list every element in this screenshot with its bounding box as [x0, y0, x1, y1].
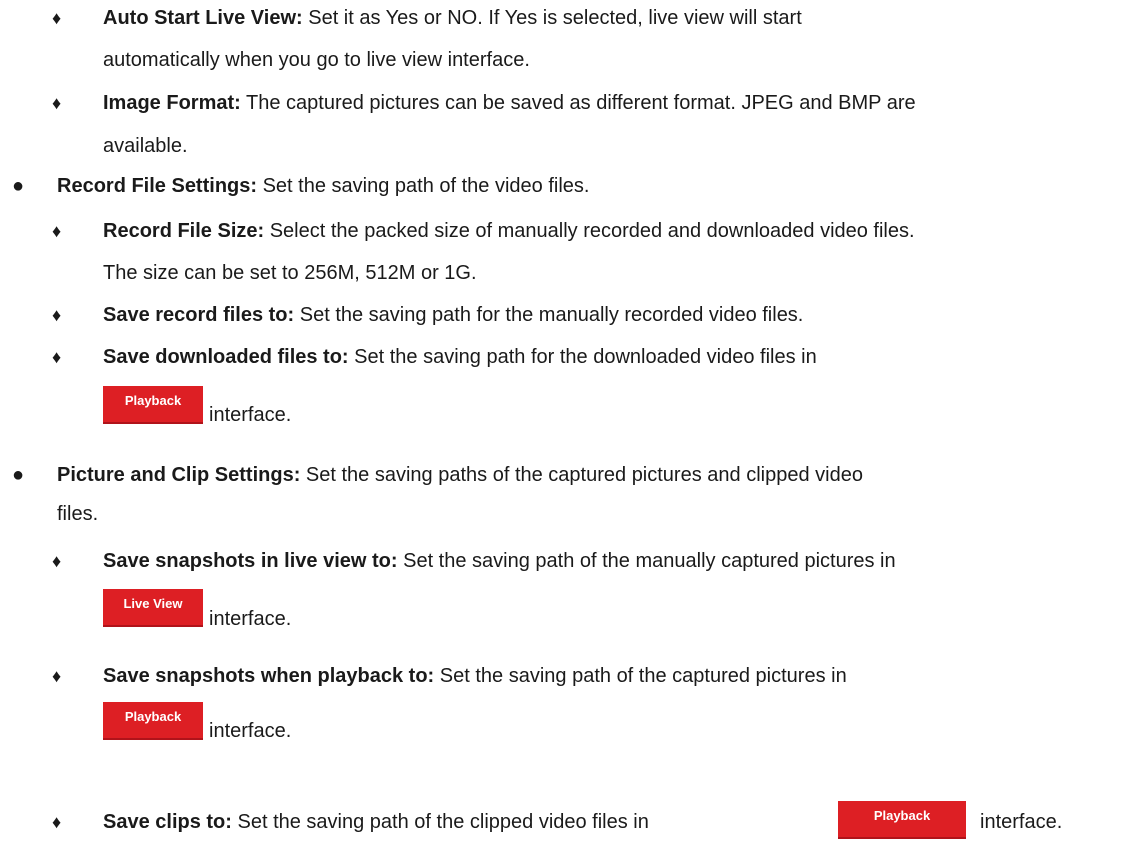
image-format-label: Image Format:: [103, 92, 241, 114]
save-snap-live-tail: interface.: [209, 608, 292, 630]
save-snap-playback-label: Save snapshots when playback to:: [103, 665, 435, 687]
image-format-item: Image Format: The captured pictures can …: [103, 86, 1123, 121]
save-downloaded-label: Save downloaded files to:: [103, 346, 349, 368]
auto-start-text-line2: automatically when you go to live view i…: [103, 49, 530, 71]
diamond-bullet-icon: ♦: [52, 666, 62, 686]
record-size-text-line2: The size can be set to 256M, 512M or 1G.: [103, 262, 477, 284]
auto-start-label: Auto Start Live View:: [103, 7, 303, 29]
picture-clip-text-line2: files.: [57, 503, 99, 525]
save-record-item: Save record files to: Set the saving pat…: [103, 298, 1123, 333]
diamond-bullet-icon: ♦: [52, 221, 62, 241]
record-size-item: Record File Size: Select the packed size…: [103, 214, 1123, 249]
save-snap-playback-item: Save snapshots when playback to: Set the…: [103, 659, 1123, 694]
diamond-bullet-icon: ♦: [52, 93, 62, 113]
diamond-bullet-icon: ♦: [52, 8, 62, 28]
save-record-label: Save record files to:: [103, 304, 295, 326]
save-downloaded-text: Set the saving path for the downloaded v…: [348, 346, 817, 368]
save-snap-playback-tail: interface.: [209, 720, 292, 742]
playback-button[interactable]: Playback: [838, 801, 966, 839]
diamond-bullet-icon: ♦: [52, 812, 62, 832]
playback-button[interactable]: Playback: [103, 702, 203, 740]
image-format-text-line2: available.: [103, 135, 188, 157]
manual-page: ♦ Auto Start Live View: Set it as Yes or…: [0, 0, 1128, 857]
save-record-text: Set the saving path for the manually rec…: [294, 304, 804, 326]
save-clips-tail: interface.: [980, 811, 1063, 833]
record-size-label: Record File Size:: [103, 220, 265, 242]
auto-start-text: Set it as Yes or NO. If Yes is selected,…: [302, 7, 802, 29]
save-clips-label: Save clips to:: [103, 811, 232, 833]
save-snap-live-item: Save snapshots in live view to: Set the …: [103, 544, 1123, 579]
picture-clip-item: Picture and Clip Settings: Set the savin…: [57, 458, 1123, 493]
save-clips-text: Set the saving path of the clipped video…: [231, 811, 649, 833]
record-size-text: Select the packed size of manually recor…: [264, 220, 915, 242]
record-settings-item: Record File Settings: Set the saving pat…: [57, 169, 1123, 204]
diamond-bullet-icon: ♦: [52, 551, 62, 571]
auto-start-item: Auto Start Live View: Set it as Yes or N…: [103, 1, 1123, 36]
save-snap-live-text: Set the saving path of the manually capt…: [397, 550, 896, 572]
picture-clip-text: Set the saving paths of the captured pic…: [300, 464, 863, 486]
picture-clip-label: Picture and Clip Settings:: [57, 464, 301, 486]
save-downloaded-tail: interface.: [209, 404, 292, 426]
image-format-text: The captured pictures can be saved as di…: [240, 92, 916, 114]
diamond-bullet-icon: ♦: [52, 347, 62, 367]
dot-bullet-icon: ●: [12, 175, 25, 197]
playback-button[interactable]: Playback: [103, 386, 203, 424]
save-snap-playback-text: Set the saving path of the captured pict…: [434, 665, 847, 687]
diamond-bullet-icon: ♦: [52, 305, 62, 325]
save-snap-live-label: Save snapshots in live view to:: [103, 550, 398, 572]
save-clips-item: Save clips to: Set the saving path of th…: [103, 805, 649, 840]
dot-bullet-icon: ●: [12, 464, 25, 486]
live-view-button[interactable]: Live View: [103, 589, 203, 627]
record-settings-label: Record File Settings:: [57, 175, 258, 197]
save-downloaded-item: Save downloaded files to: Set the saving…: [103, 340, 1123, 375]
record-settings-text: Set the saving path of the video files.: [257, 175, 590, 197]
